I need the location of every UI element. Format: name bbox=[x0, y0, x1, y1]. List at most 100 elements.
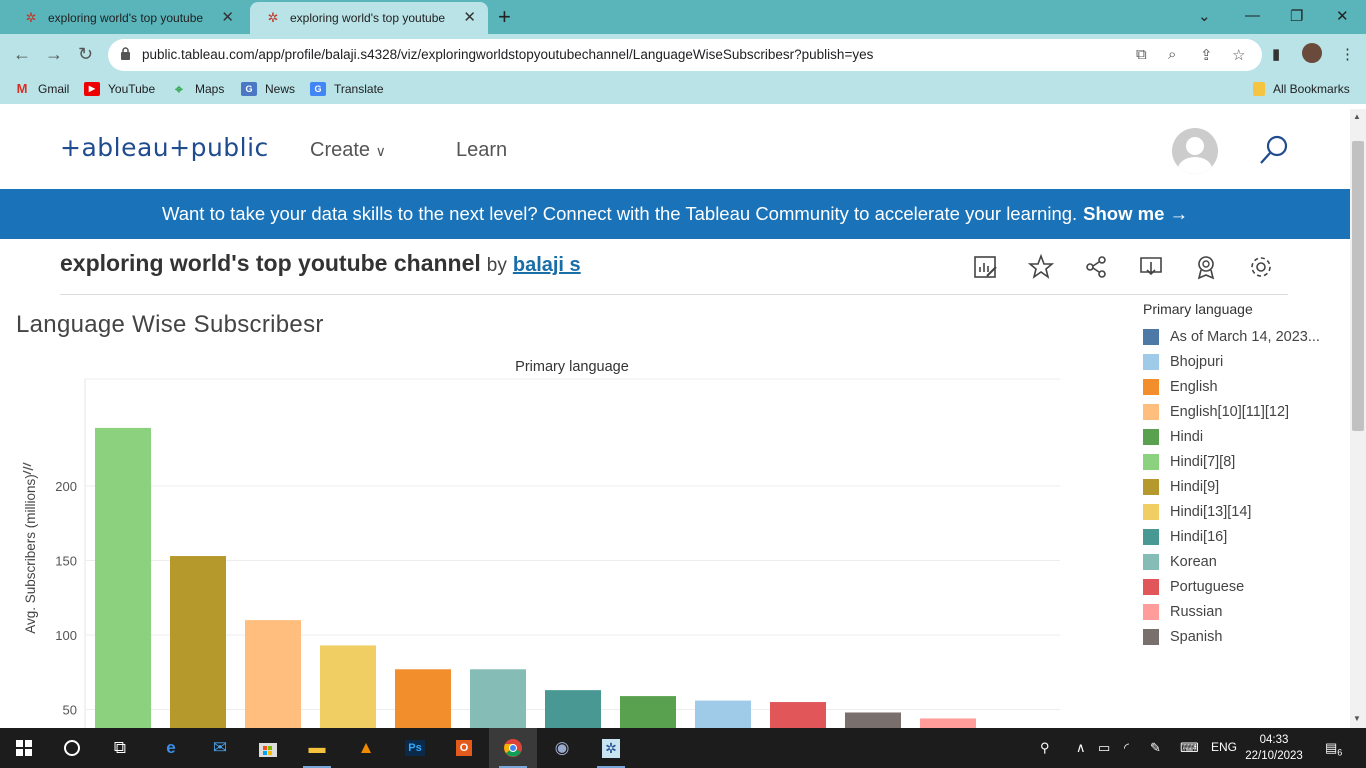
mail-icon[interactable]: ✉ bbox=[196, 728, 244, 768]
legend-item[interactable]: As of March 14, 2023... bbox=[1143, 324, 1343, 349]
search-icon[interactable] bbox=[1257, 133, 1291, 167]
restore-icon[interactable]: ❐ bbox=[1290, 7, 1303, 25]
legend-label: English[10][11][12] bbox=[1170, 403, 1290, 420]
profile-avatar-icon[interactable] bbox=[1302, 43, 1322, 63]
browser-tab-active[interactable]: ✲ exploring world's top youtube ch ✕ bbox=[250, 2, 488, 34]
bar bbox=[470, 669, 526, 728]
scroll-down-icon[interactable]: ▼ bbox=[1353, 714, 1361, 723]
viz-title: exploring world's top youtube channel bbox=[60, 250, 481, 276]
legend-item[interactable]: English bbox=[1143, 374, 1343, 399]
bar bbox=[170, 556, 226, 728]
legend-swatch bbox=[1143, 578, 1159, 595]
legend-item[interactable]: Korean bbox=[1143, 549, 1343, 574]
side-panel-icon[interactable]: ▮ bbox=[1272, 45, 1280, 63]
file-explorer-icon[interactable]: ▬ bbox=[293, 728, 341, 768]
user-avatar[interactable] bbox=[1172, 128, 1218, 174]
community-banner[interactable]: Want to take your data skills to the nex… bbox=[0, 189, 1350, 239]
legend-item[interactable]: Hindi[13][14] bbox=[1143, 499, 1343, 524]
all-bookmarks[interactable]: All Bookmarks bbox=[1253, 82, 1350, 96]
favorite-star-icon[interactable] bbox=[1028, 254, 1054, 280]
divider bbox=[60, 294, 1288, 295]
clock[interactable]: 04:33 22/10/2023 bbox=[1244, 732, 1304, 764]
show-me-link[interactable]: Show me → bbox=[1083, 203, 1188, 225]
settings-gear-icon[interactable] bbox=[1248, 254, 1274, 280]
keyboard-icon[interactable]: ⌨ bbox=[1180, 740, 1199, 756]
legend-item[interactable]: Bhojpuri bbox=[1143, 349, 1343, 374]
close-tab-icon[interactable]: ✕ bbox=[463, 10, 476, 25]
legend-item[interactable]: Russian bbox=[1143, 599, 1343, 624]
tab-search-chevron-icon[interactable]: ⌄ bbox=[1198, 7, 1211, 25]
legend-item[interactable]: Hindi[16] bbox=[1143, 524, 1343, 549]
office-icon[interactable]: O bbox=[440, 728, 488, 768]
scrollbar-thumb[interactable] bbox=[1352, 141, 1364, 431]
bookmark-youtube[interactable]: ▶ YouTube bbox=[84, 82, 155, 96]
close-window-icon[interactable]: ✕ bbox=[1336, 7, 1349, 25]
legend-item[interactable]: Hindi bbox=[1143, 424, 1343, 449]
bar-chart[interactable]: 50 100 150 200 Primary language Avg. Subscrib… bbox=[0, 349, 1080, 728]
badge-icon[interactable] bbox=[1193, 254, 1219, 280]
nav-learn[interactable]: Learn bbox=[456, 139, 507, 162]
bookmark-star-icon[interactable]: ☆ bbox=[1232, 46, 1245, 64]
pen-icon[interactable]: ✎ bbox=[1150, 740, 1161, 756]
gmail-icon: M bbox=[16, 81, 28, 96]
app-icon[interactable]: ◉ bbox=[538, 728, 586, 768]
task-view-icon[interactable]: ⧉ bbox=[96, 728, 144, 768]
menu-icon[interactable]: ⋮ bbox=[1340, 45, 1355, 63]
bookmark-news[interactable]: G News bbox=[241, 82, 295, 96]
bar bbox=[395, 669, 451, 728]
axis-sort-icon bbox=[22, 462, 34, 475]
share-icon[interactable] bbox=[1083, 254, 1109, 280]
back-icon[interactable]: ← bbox=[13, 43, 31, 65]
nav-create[interactable]: Create ∨ bbox=[310, 139, 386, 162]
legend-swatch bbox=[1143, 503, 1159, 520]
notifications-icon[interactable]: ▤6 bbox=[1325, 740, 1342, 758]
vlc-icon[interactable]: ▲ bbox=[342, 728, 390, 768]
minimize-icon[interactable]: — bbox=[1245, 7, 1260, 24]
legend-swatch bbox=[1143, 403, 1159, 420]
photoshop-icon[interactable]: Ps bbox=[391, 728, 439, 768]
language-indicator[interactable]: ENG bbox=[1211, 740, 1237, 754]
legend-item[interactable]: Spanish bbox=[1143, 624, 1343, 649]
tray-chevron-icon[interactable]: ∧ bbox=[1076, 740, 1086, 756]
edit-viz-icon[interactable] bbox=[973, 254, 999, 280]
lock-icon[interactable] bbox=[120, 47, 131, 60]
zoom-icon[interactable]: ⌕ bbox=[1168, 46, 1176, 63]
url-text[interactable]: public.tableau.com/app/profile/balaji.s4… bbox=[142, 47, 873, 62]
translate-page-icon[interactable]: ⧉ bbox=[1136, 46, 1147, 63]
edge-icon[interactable]: e bbox=[147, 728, 195, 768]
page-scrollbar[interactable]: ▲ ▼ bbox=[1350, 109, 1366, 728]
new-tab-icon[interactable]: + bbox=[498, 6, 511, 28]
browser-tab[interactable]: ✲ exploring world's top youtube ch ✕ bbox=[8, 2, 246, 34]
scroll-up-icon[interactable]: ▲ bbox=[1353, 112, 1361, 121]
chrome-icon[interactable] bbox=[489, 728, 537, 768]
download-icon[interactable] bbox=[1138, 254, 1164, 280]
bookmark-gmail[interactable]: M Gmail bbox=[14, 81, 70, 97]
windows-start-icon[interactable] bbox=[0, 728, 48, 768]
legend-item[interactable]: Hindi[7][8] bbox=[1143, 449, 1343, 474]
bar bbox=[695, 700, 751, 728]
bookmark-maps[interactable]: ⌖ Maps bbox=[171, 82, 224, 96]
tableau-taskbar-icon[interactable]: ✲ bbox=[587, 728, 635, 768]
legend-item[interactable]: English[10][11][12] bbox=[1143, 399, 1343, 424]
forward-icon[interactable]: → bbox=[45, 43, 63, 65]
bookmarks-bar: M Gmail ▶ YouTube ⌖ Maps G News G Translate A… bbox=[0, 76, 1366, 104]
legend-label: English bbox=[1170, 378, 1218, 395]
wifi-icon[interactable]: ◜ bbox=[1124, 740, 1129, 756]
people-icon[interactable]: ⚲ bbox=[1040, 740, 1050, 756]
bookmark-translate[interactable]: G Translate bbox=[310, 82, 384, 96]
news-icon: G bbox=[241, 82, 257, 96]
notification-count: 6 bbox=[1337, 747, 1343, 758]
chart-svg[interactable]: 50 100 150 200 Primary language Avg. Subscrib… bbox=[0, 349, 1080, 728]
share-icon[interactable]: ⇪ bbox=[1200, 46, 1213, 64]
address-bar[interactable]: public.tableau.com/app/profile/balaji.s4… bbox=[108, 39, 1262, 71]
legend-item[interactable]: Hindi[9] bbox=[1143, 474, 1343, 499]
legend-item[interactable]: Portuguese bbox=[1143, 574, 1343, 599]
reload-icon[interactable]: ↻ bbox=[78, 43, 93, 65]
close-tab-icon[interactable]: ✕ bbox=[221, 10, 234, 25]
bar bbox=[770, 702, 826, 728]
battery-icon[interactable]: ▭ bbox=[1098, 740, 1110, 756]
store-icon[interactable] bbox=[244, 728, 292, 768]
search-circle-icon[interactable] bbox=[48, 728, 96, 768]
tableau-public-logo[interactable]: +ableau+public bbox=[60, 133, 269, 162]
author-link[interactable]: balaji s bbox=[513, 254, 581, 276]
